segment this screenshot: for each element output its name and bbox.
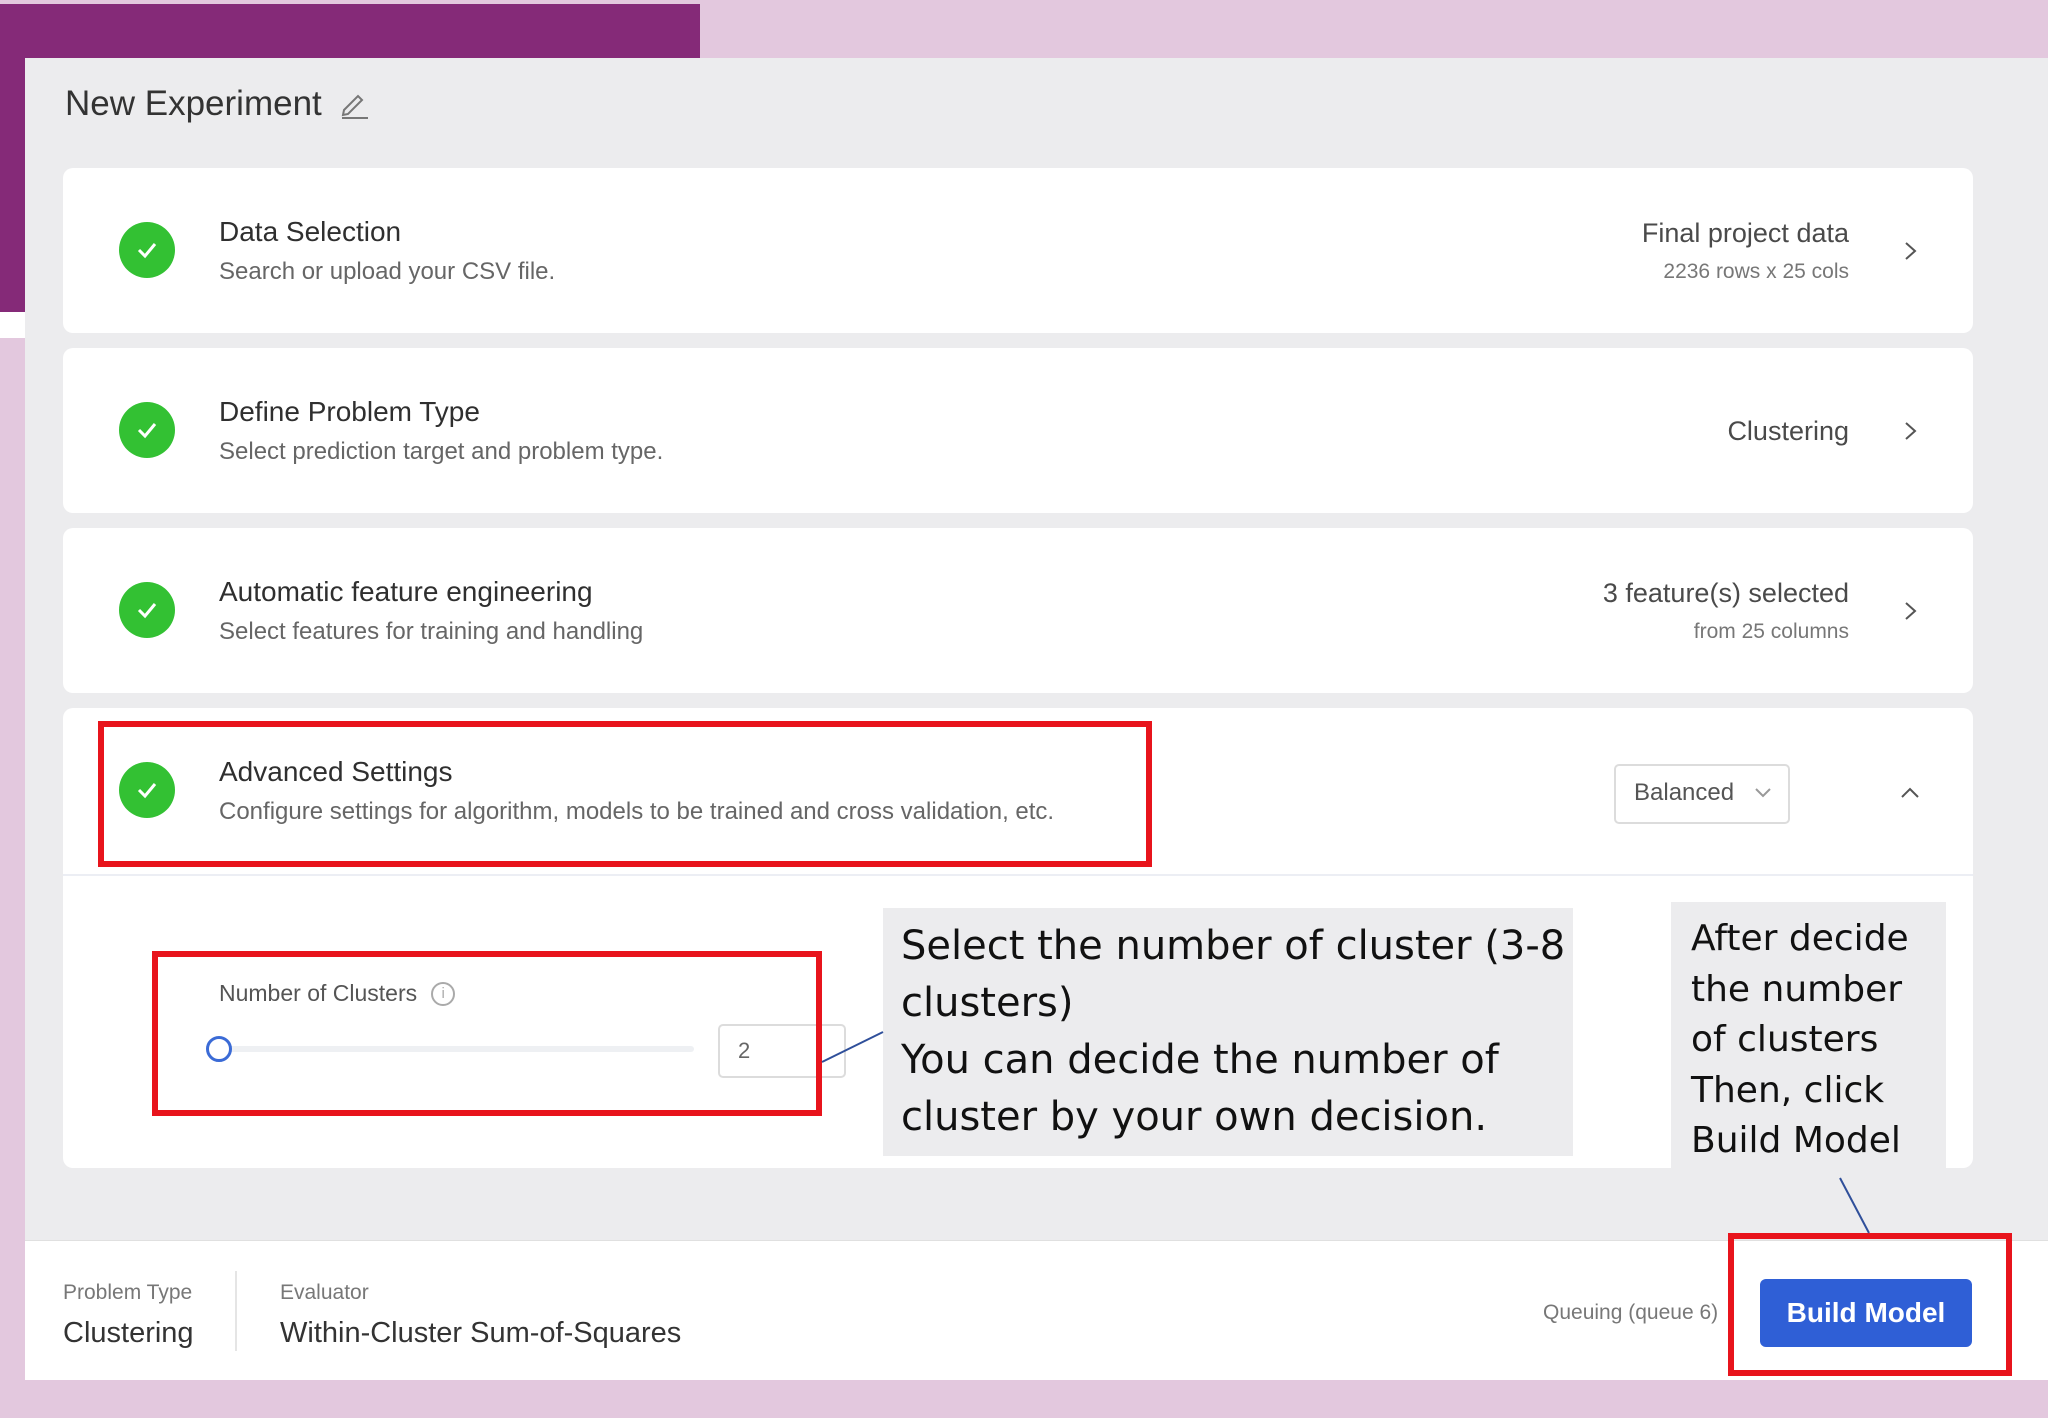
annotation-line: You can decide the number of (901, 1037, 1499, 1083)
step-feature-engineering[interactable]: Automatic feature engineering Select fea… (63, 528, 1973, 693)
problem-type-value: Clustering (63, 1317, 194, 1349)
experiment-title: New Experiment (65, 84, 322, 123)
step-subtitle: Select features for training and handlin… (219, 618, 644, 645)
annotation-line: the number (1691, 968, 1903, 1010)
chevron-right-icon[interactable] (1899, 600, 1921, 622)
step-summary: Clustering (1727, 416, 1849, 446)
queue-status: Queuing (queue 6) (1543, 1301, 1719, 1324)
annotation-line: cluster by your own decision. (901, 1094, 1488, 1140)
step-summary-detail: 2236 rows x 25 cols (1663, 260, 1849, 283)
footer-divider (235, 1271, 237, 1351)
annotation-build-note: After decide the number of clusters Then… (1671, 902, 1946, 1178)
step-subtitle: Search or upload your CSV file. (219, 258, 556, 285)
annotation-line: of clusters (1691, 1019, 1879, 1060)
check-circle-icon (119, 582, 175, 638)
step-summary-detail: from 25 columns (1693, 620, 1849, 643)
chevron-up-icon[interactable] (1899, 782, 1921, 804)
page-title: New Experiment (65, 84, 370, 124)
preset-select-value: Balanced (1634, 779, 1735, 806)
step-summary: 3 feature(s) selected (1602, 578, 1849, 608)
annotation-cluster-note: Select the number of cluster (3-8 cluste… (883, 908, 1573, 1156)
highlight-number-of-clusters (152, 951, 822, 1116)
step-data-selection[interactable]: Data Selection Search or upload your CSV… (63, 168, 1973, 333)
section-divider (63, 874, 1973, 876)
background-bottom-strip (0, 1380, 2048, 1418)
step-define-problem-type[interactable]: Define Problem Type Select prediction ta… (63, 348, 1973, 513)
check-circle-icon (119, 222, 175, 278)
annotation-line: After decide (1691, 918, 1909, 959)
highlight-build-model (1728, 1233, 2012, 1376)
step-title: Data Selection (219, 216, 402, 247)
chevron-right-icon[interactable] (1899, 240, 1921, 262)
annotation-line: clusters) (901, 980, 1074, 1026)
evaluator-value: Within-Cluster Sum-of-Squares (280, 1317, 682, 1349)
chevron-down-icon (1755, 788, 1771, 798)
evaluator-label: Evaluator (280, 1281, 369, 1304)
edit-pencil-icon[interactable] (338, 88, 370, 120)
step-title: Define Problem Type (219, 396, 480, 427)
chevron-right-icon[interactable] (1899, 420, 1921, 442)
annotation-line: Select the number of cluster (3-8 (901, 923, 1566, 969)
step-subtitle: Select prediction target and problem typ… (219, 438, 664, 465)
annotation-line: Build Model (1691, 1120, 1901, 1161)
annotation-line: Then, click (1691, 1069, 1885, 1111)
step-summary: Final project data (1641, 218, 1849, 248)
preset-select[interactable]: Balanced (1614, 764, 1790, 824)
step-title: Automatic feature engineering (219, 576, 593, 607)
check-circle-icon (119, 402, 175, 458)
highlight-advanced-settings (98, 721, 1152, 867)
problem-type-label: Problem Type (63, 1281, 193, 1304)
